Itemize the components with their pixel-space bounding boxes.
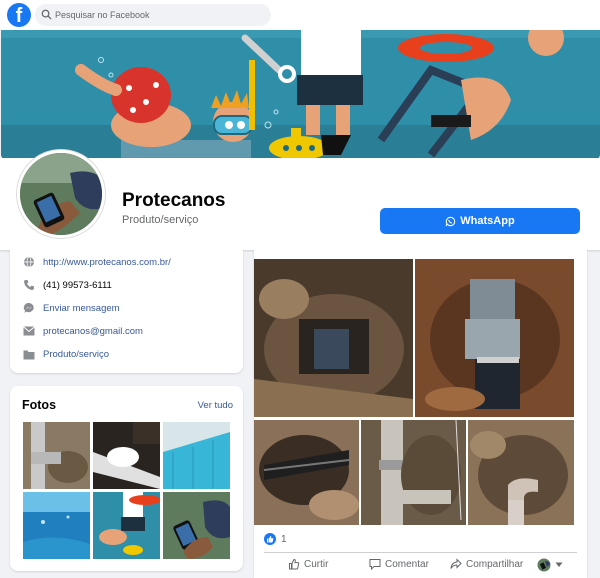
mail-icon (22, 324, 36, 338)
reaction-count: 1 (281, 533, 287, 545)
search-icon (41, 9, 52, 20)
intro-card: http://www.protecanos.com.br/ (41) 99573… (10, 250, 243, 373)
profile-avatar[interactable] (17, 150, 105, 238)
photo-thumbnail[interactable] (93, 422, 160, 489)
photo-thumbnail[interactable] (163, 422, 230, 489)
post-card: 1 Curtir Comentar Compartilhar (254, 250, 587, 578)
see-all-link[interactable]: Ver tudo (198, 400, 233, 411)
page-category: Produto/serviço (122, 214, 199, 226)
website-link[interactable]: http://www.protecanos.com.br/ (43, 257, 171, 268)
whatsapp-icon (445, 216, 456, 226)
comment-icon (369, 559, 381, 570)
like-icon (289, 558, 300, 570)
like-button[interactable]: Curtir (288, 558, 328, 570)
phone-row: (41) 99573-6111 (22, 277, 112, 293)
post-image[interactable] (468, 420, 574, 525)
photos-title: Fotos (22, 398, 57, 412)
category-link[interactable]: Produto/serviço (43, 349, 109, 360)
phone-number: (41) 99573-6111 (43, 279, 112, 291)
send-message-link[interactable]: Enviar mensagem (43, 303, 120, 314)
globe-icon (22, 255, 36, 269)
photo-thumbnail[interactable] (93, 492, 160, 559)
page-avatar-icon (537, 558, 551, 572)
phone-icon (22, 278, 36, 292)
like-label: Curtir (304, 558, 329, 570)
messenger-icon (22, 301, 36, 315)
search-input[interactable] (55, 7, 255, 23)
share-button[interactable]: Compartilhar (450, 558, 523, 570)
email-row[interactable]: protecanos@gmail.com (22, 323, 143, 339)
chevron-down-icon (555, 562, 563, 567)
search-box[interactable] (35, 4, 271, 26)
post-image[interactable] (361, 420, 466, 525)
facebook-logo-icon[interactable]: f (7, 3, 31, 27)
category-icon (22, 347, 36, 361)
photo-thumbnail[interactable] (23, 492, 90, 559)
post-divider (264, 552, 577, 553)
post-image[interactable] (254, 259, 413, 417)
whatsapp-button[interactable]: WhatsApp (380, 208, 580, 234)
category-row[interactable]: Produto/serviço (22, 346, 109, 362)
comment-button[interactable]: Comentar (369, 558, 429, 570)
reactions-summary[interactable]: 1 (264, 533, 287, 545)
whatsapp-label: WhatsApp (460, 215, 515, 227)
email-link[interactable]: protecanos@gmail.com (43, 326, 143, 337)
comment-label: Comentar (385, 558, 429, 570)
page-title: Protecanos (122, 190, 226, 211)
post-image[interactable] (415, 259, 574, 417)
post-image[interactable] (254, 420, 359, 525)
top-bar: f (0, 0, 600, 30)
like-reaction-icon (264, 533, 276, 545)
share-icon (450, 558, 462, 569)
reaction-selector[interactable] (537, 558, 563, 572)
photo-thumbnail[interactable] (163, 492, 230, 559)
photo-thumbnail[interactable] (23, 422, 90, 489)
website-row[interactable]: http://www.protecanos.com.br/ (22, 254, 171, 270)
cover-photo[interactable] (1, 30, 600, 160)
photos-card: Fotos Ver tudo (10, 386, 243, 571)
message-row[interactable]: Enviar mensagem (22, 300, 120, 316)
share-label: Compartilhar (466, 558, 524, 570)
